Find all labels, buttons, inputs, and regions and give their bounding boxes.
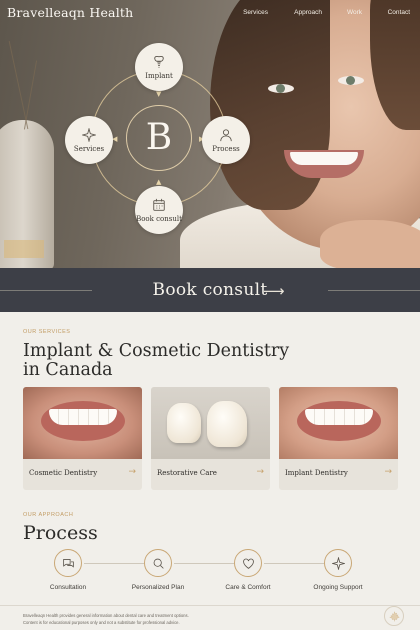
footer-divider bbox=[0, 605, 420, 606]
process-connector bbox=[174, 563, 234, 564]
node-label: Book consult bbox=[136, 214, 182, 223]
vase-rim-decor bbox=[4, 240, 44, 258]
portrait-eye bbox=[338, 76, 364, 85]
process-step-label: Care & Comfort bbox=[225, 584, 271, 591]
node-label: Implant bbox=[145, 71, 173, 80]
maple-leaf-icon bbox=[388, 610, 400, 621]
monogram-letter: B bbox=[145, 117, 173, 158]
service-card-label: Cosmetic Dentistry bbox=[29, 469, 98, 477]
nav-link-contact[interactable]: Contact bbox=[388, 9, 410, 16]
arrow-right-icon: → bbox=[256, 467, 264, 477]
calendar-icon bbox=[153, 198, 165, 211]
process-step-label: Consultation bbox=[49, 584, 87, 591]
services-eyebrow: OUR SERVICES bbox=[23, 329, 71, 335]
divider-line bbox=[0, 290, 92, 291]
process-connector bbox=[264, 563, 324, 564]
nav-link-services[interactable]: Services bbox=[243, 9, 268, 16]
approach-eyebrow: OUR APPROACH bbox=[23, 512, 74, 518]
twig-decor bbox=[23, 60, 38, 130]
service-card-restorative[interactable]: Restorative Care → bbox=[151, 387, 270, 490]
nav-link-approach[interactable]: Approach bbox=[294, 9, 322, 16]
crowns-photo bbox=[151, 387, 270, 459]
process-step-consultation[interactable] bbox=[54, 549, 82, 577]
process-step-plan[interactable] bbox=[144, 549, 172, 577]
heart-icon bbox=[242, 558, 254, 569]
arrow-right-icon: → bbox=[128, 467, 136, 477]
services-title-line1: Implant & Cosmetic Dentistry bbox=[23, 341, 290, 361]
arrow-right-icon: ⟶ bbox=[263, 282, 285, 300]
diagram-node-book-consult[interactable]: Book consult bbox=[135, 186, 183, 234]
teeth-shape bbox=[49, 409, 117, 425]
footer-disclaimer: Bravelleaqn Health provides general info… bbox=[23, 613, 189, 626]
process-step-label: Personalized Plan bbox=[131, 584, 185, 591]
sparkle-icon bbox=[331, 556, 345, 570]
process-title: Process bbox=[23, 522, 98, 544]
maple-leaf-badge bbox=[384, 606, 404, 626]
service-card-label: Implant Dentistry bbox=[285, 469, 348, 477]
arrow-down-icon: ▼ bbox=[156, 90, 162, 98]
node-label: Services bbox=[73, 144, 105, 153]
process-step-care[interactable] bbox=[234, 549, 262, 577]
portrait-eye bbox=[268, 84, 294, 93]
disclaimer-line: Bravelleaqn Health provides general info… bbox=[23, 613, 189, 618]
process-step-label: Ongoing Support bbox=[313, 584, 363, 591]
diagram-node-implant[interactable]: Implant bbox=[135, 43, 183, 91]
search-icon bbox=[153, 558, 164, 569]
crown-shape bbox=[167, 403, 201, 443]
process-step-support[interactable] bbox=[324, 549, 352, 577]
nav-link-work[interactable]: Work bbox=[347, 9, 362, 16]
brand-logo[interactable]: Bravelleaqn Health bbox=[7, 5, 133, 20]
arrow-up-icon: ▲ bbox=[156, 178, 162, 186]
hero-section: Bravelleaqn Health Services Approach Wor… bbox=[0, 0, 420, 268]
crown-shape bbox=[207, 401, 247, 447]
portrait-hand bbox=[320, 220, 420, 268]
diagram-node-process[interactable]: Process bbox=[202, 116, 250, 164]
services-title-line2: in Canada bbox=[23, 360, 113, 380]
chat-icon bbox=[62, 558, 74, 568]
smile-photo bbox=[23, 387, 142, 459]
smile-photo bbox=[279, 387, 398, 459]
monogram-circle: B bbox=[126, 105, 192, 171]
disclaimer-line: Content is for educational purposes only… bbox=[23, 619, 180, 625]
service-card-label: Restorative Care bbox=[157, 469, 217, 477]
divider-line bbox=[328, 290, 420, 291]
sparkle-icon bbox=[82, 127, 96, 142]
service-card-implant[interactable]: Implant Dentistry → bbox=[279, 387, 398, 490]
teeth-shape bbox=[305, 409, 373, 425]
service-card-cosmetic[interactable]: Cosmetic Dentistry → bbox=[23, 387, 142, 490]
arrow-right-icon: → bbox=[384, 467, 392, 477]
book-consult-button[interactable]: Book consult bbox=[153, 280, 268, 300]
person-icon bbox=[220, 128, 232, 141]
diagram-node-services[interactable]: Services bbox=[65, 116, 113, 164]
tooth-implant-icon bbox=[154, 55, 164, 68]
portrait-hair-image bbox=[210, 0, 330, 210]
book-consult-bar[interactable]: Book consult ⟶ bbox=[0, 268, 420, 312]
process-connector bbox=[84, 563, 144, 564]
node-label: Process bbox=[212, 144, 240, 153]
